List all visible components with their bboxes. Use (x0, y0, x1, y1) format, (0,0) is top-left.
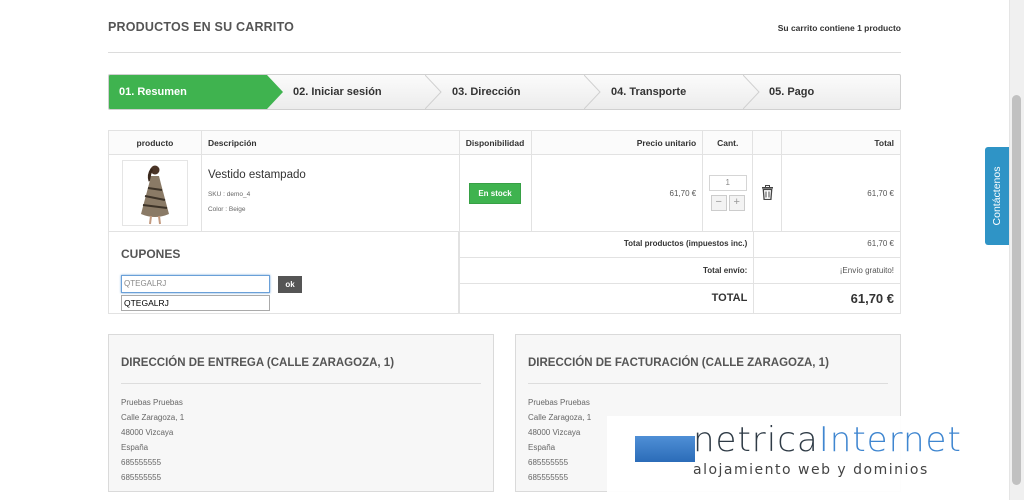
coupons-title: CUPONES (121, 247, 181, 261)
step-label: 05. Pago (769, 86, 815, 98)
scrollbar-thumb[interactable] (1012, 95, 1021, 485)
totals-row: Total productos (impuestos inc.) 61,70 € (458, 231, 901, 258)
address-line: Calle Zaragoza, 1 (121, 413, 185, 422)
divider (528, 383, 888, 384)
checkout-steps: 01. Resumen 02. Iniciar sesión 03. Direc… (108, 74, 901, 110)
step-pago[interactable]: 05. Pago (759, 75, 899, 109)
total-products-value: 61,70 € (753, 231, 901, 258)
col-cantidad: Cant. (702, 130, 754, 155)
quantity-input[interactable]: 1 (708, 175, 747, 191)
cart-count: Su carrito contiene 1 producto (777, 23, 901, 33)
col-precio-unitario: Precio unitario (530, 130, 704, 155)
table-header-row: producto Descripción Disponibilidad Prec… (108, 130, 901, 155)
quantity-increase-button[interactable]: + (728, 195, 745, 211)
quantity-decrease-button[interactable]: − (710, 195, 727, 211)
address-line: 48000 Vizcaya (528, 428, 581, 437)
col-total: Total (781, 130, 901, 155)
delivery-address-lines: Pruebas Pruebas Calle Zaragoza, 1 48000 … (121, 395, 184, 485)
address-line: 685555555 (528, 458, 569, 467)
billing-address-lines: Pruebas Pruebas Calle Zaragoza, 1 48000 … (528, 395, 591, 485)
contact-tab-label: Contáctenos (991, 166, 1003, 226)
logo-bar-icon (635, 436, 695, 462)
address-line: 685555555 (121, 458, 162, 467)
step-direccion[interactable]: 03. Dirección (442, 75, 582, 109)
step-iniciar-sesion[interactable]: 02. Iniciar sesión (283, 75, 423, 109)
delivery-address-box: DIRECCIÓN DE ENTREGA (CALLE ZARAGOZA, 1)… (108, 334, 494, 492)
step-separator (584, 75, 601, 109)
step-label: 01. Resumen (119, 86, 187, 98)
logo-subtitle: alojamiento web y dominios (693, 462, 929, 478)
dress-image-icon (140, 165, 169, 225)
address-line: 685555555 (528, 473, 569, 482)
logo-name-b: Internet (818, 420, 962, 460)
col-producto: producto (108, 130, 202, 155)
step-label: 02. Iniciar sesión (293, 86, 382, 98)
step-transporte[interactable]: 04. Transporte (601, 75, 741, 109)
total-shipping-value: ¡Envío gratuito! (753, 257, 901, 284)
step-separator (425, 75, 442, 109)
coupons-panel: CUPONES QTEGALRJ ok QTEGALRJ (108, 231, 459, 314)
coupon-autocomplete-option[interactable]: QTEGALRJ (121, 295, 270, 311)
divider (121, 383, 481, 384)
totals-table: Total productos (impuestos inc.) 61,70 €… (458, 231, 901, 314)
product-color: Color : Beige (207, 206, 246, 213)
coupon-input[interactable]: QTEGALRJ (121, 275, 270, 293)
address-line: 685555555 (121, 473, 162, 482)
address-line: España (121, 443, 149, 452)
address-line: Pruebas Pruebas (528, 398, 590, 407)
address-line: Pruebas Pruebas (121, 398, 183, 407)
in-stock-badge: En stock (469, 182, 521, 204)
total-shipping-label: Total envío: (458, 257, 755, 284)
product-name[interactable]: Vestido estampado (208, 169, 459, 181)
line-total: 61,70 € (781, 154, 901, 232)
coupon-ok-button[interactable]: ok (278, 276, 302, 293)
grand-total-value: 61,70 € (753, 283, 901, 314)
quantity-cell: 1 − + (702, 154, 754, 232)
unit-price: 61,70 € (530, 154, 704, 232)
col-delete (752, 130, 783, 155)
address-line: 48000 Vizcaya (121, 428, 174, 437)
delete-cell (752, 154, 783, 232)
col-disponibilidad: Disponibilidad (458, 130, 532, 155)
step-resumen[interactable]: 01. Resumen (109, 75, 283, 109)
step-label: 03. Dirección (452, 86, 521, 98)
table-row: Vestido estampado SKU : demo_4 Color : B… (108, 154, 901, 232)
totals-row: TOTAL 61,70 € (458, 283, 901, 314)
header-divider (108, 52, 901, 53)
col-descripcion: Descripción (200, 130, 460, 155)
address-line: Calle Zaragoza, 1 (528, 413, 592, 422)
cart-table: producto Descripción Disponibilidad Prec… (108, 130, 901, 232)
step-label: 04. Transporte (611, 86, 687, 98)
delivery-address-title: DIRECCIÓN DE ENTREGA (CALLE ZARAGOZA, 1) (121, 357, 395, 369)
product-sku: SKU : demo_4 (207, 191, 251, 198)
product-image[interactable] (121, 160, 188, 226)
step-separator (743, 75, 760, 109)
billing-address-title: DIRECCIÓN DE FACTURACIÓN (CALLE ZARAGOZA… (528, 357, 829, 369)
page-title: PRODUCTOS EN SU CARRITO (108, 20, 295, 34)
total-products-label: Total productos (impuestos inc.) (458, 231, 755, 258)
address-line: España (528, 443, 556, 452)
watermark-logo: netricaInternet alojamiento web y domini… (607, 416, 999, 500)
product-description: Vestido estampado SKU : demo_4 Color : B… (200, 154, 460, 232)
availability-cell: En stock (458, 154, 532, 232)
cart-header: PRODUCTOS EN SU CARRITO Su carrito conti… (108, 20, 901, 40)
contact-tab[interactable]: Contáctenos (985, 147, 1009, 245)
product-image-cell (108, 154, 202, 232)
logo-name: netricaInternet (693, 420, 962, 460)
trash-icon[interactable] (761, 184, 774, 200)
totals-row: Total envío: ¡Envío gratuito! (458, 257, 901, 284)
grand-total-label: TOTAL (458, 283, 755, 314)
logo-name-a: netrica (693, 420, 819, 460)
scrollbar[interactable] (1009, 0, 1024, 500)
